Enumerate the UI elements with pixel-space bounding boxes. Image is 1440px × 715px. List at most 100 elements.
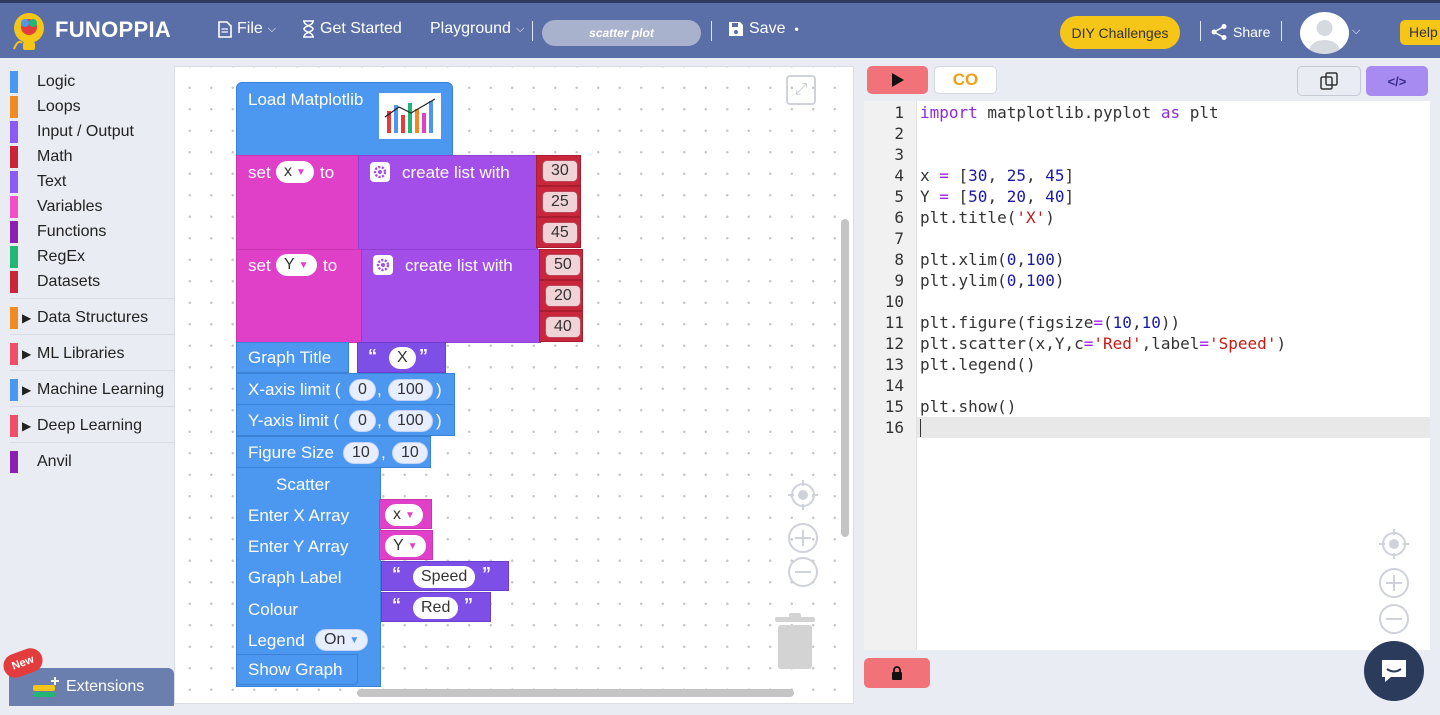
horizontal-scrollbar[interactable] xyxy=(357,689,794,697)
get-started-button[interactable]: Get Started xyxy=(302,20,402,38)
number-block[interactable]: 45 xyxy=(536,217,581,248)
colab-button[interactable]: CO xyxy=(934,66,997,94)
variable-dropdown-y[interactable]: Y ▼ xyxy=(276,254,317,276)
lock-button[interactable] xyxy=(864,658,930,688)
category-datasets[interactable]: Datasets xyxy=(10,271,100,293)
set-x-block[interactable]: set x ▼ to xyxy=(236,155,360,250)
chat-support-button[interactable] xyxy=(1364,641,1424,701)
number-value[interactable]: 20 xyxy=(545,285,581,307)
number-value[interactable]: 40 xyxy=(545,316,581,338)
divider xyxy=(532,21,533,41)
xlim-min-input[interactable]: 0 xyxy=(349,379,376,401)
category-logic[interactable]: Logic xyxy=(10,71,75,93)
gear-icon[interactable] xyxy=(373,255,393,275)
code-line[interactable]: plt.xlim(0,100) xyxy=(920,250,1065,269)
figure-size-block[interactable]: Figure Size 10 , 10 xyxy=(236,436,431,468)
number-value[interactable]: 45 xyxy=(542,222,578,244)
help-button[interactable]: Help xyxy=(1400,20,1440,45)
xaxis-limit-block[interactable]: X-axis limit ( 0 , 100 ) xyxy=(236,373,455,405)
code-line[interactable]: plt.ylim(0,100) xyxy=(920,271,1065,290)
graph-title-block[interactable]: Graph Title xyxy=(236,342,349,373)
code-line[interactable]: x = [30, 25, 45] xyxy=(920,166,1074,185)
variable-dropdown-x[interactable]: x ▼ xyxy=(276,161,314,183)
share-label: Share xyxy=(1233,24,1271,40)
zoom-out-icon[interactable] xyxy=(1378,603,1410,642)
variable-dropdown-y[interactable]: Y ▼ xyxy=(385,535,426,557)
share-button[interactable]: Share xyxy=(1210,23,1270,41)
yaxis-limit-block[interactable]: Y-axis limit ( 0 , 100 ) xyxy=(236,404,455,436)
ylim-max-input[interactable]: 100 xyxy=(388,410,433,432)
code-line[interactable]: import matplotlib.pyplot as plt xyxy=(920,103,1219,122)
code-view-button[interactable]: </> xyxy=(1366,66,1428,96)
category-machine-learning[interactable]: ▶ Machine Learning xyxy=(10,379,164,401)
number-block[interactable]: 25 xyxy=(536,186,581,217)
category-functions[interactable]: Functions xyxy=(10,221,106,243)
code-line[interactable]: plt.scatter(x,Y,c='Red',label='Speed') xyxy=(920,334,1286,353)
text-value[interactable]: Speed xyxy=(413,566,476,588)
category-input-output[interactable]: Input / Output xyxy=(10,121,134,143)
number-block[interactable]: 50 xyxy=(539,249,583,280)
code-line[interactable]: Y = [50, 20, 40] xyxy=(920,187,1074,206)
text-block-label[interactable]: “ Speed ” xyxy=(381,561,509,591)
copy-code-button[interactable] xyxy=(1297,66,1361,96)
category-regex[interactable]: RegEx xyxy=(10,246,85,268)
variable-block-y[interactable]: Y ▼ xyxy=(379,530,433,560)
category-math[interactable]: Math xyxy=(10,146,73,168)
category-anvil[interactable]: Anvil xyxy=(10,451,72,473)
text-value[interactable]: Red xyxy=(413,597,459,619)
project-name-input[interactable]: scatter plot xyxy=(542,20,701,46)
category-deep-learning[interactable]: ▶ Deep Learning xyxy=(10,415,142,437)
playground-menu[interactable]: Playground ⌵ xyxy=(430,20,524,38)
fullscreen-icon[interactable]: ⤢ xyxy=(786,75,816,105)
category-data-structures[interactable]: ▶ Data Structures xyxy=(10,307,148,329)
xlim-max-input[interactable]: 100 xyxy=(388,379,433,401)
category-variables[interactable]: Variables xyxy=(10,196,103,218)
gear-icon[interactable] xyxy=(370,162,390,182)
number-block[interactable]: 30 xyxy=(536,155,581,186)
text-value[interactable]: X xyxy=(389,347,416,369)
load-matplotlib-block[interactable]: Load Matplotlib xyxy=(236,82,453,156)
block-workspace[interactable]: Load Matplotlib set x ▼ to create list wi… xyxy=(174,66,854,704)
number-block[interactable]: 20 xyxy=(539,280,583,311)
file-menu[interactable]: File ⌵ xyxy=(218,20,276,38)
text-block-colour[interactable]: “ Red ” xyxy=(381,592,491,622)
funoppia-logo-icon[interactable] xyxy=(8,9,48,57)
zoom-in-icon[interactable] xyxy=(1378,567,1410,606)
zoom-out-icon[interactable] xyxy=(787,556,819,595)
code-line[interactable]: plt.title('X') xyxy=(920,208,1055,227)
code-line[interactable]: plt.show() xyxy=(920,397,1016,416)
save-button[interactable]: Save • xyxy=(728,20,799,38)
variable-block-x[interactable]: x ▼ xyxy=(379,499,432,529)
text-block-title[interactable]: “ X ” xyxy=(357,342,446,373)
number-value[interactable]: 25 xyxy=(542,191,578,213)
trash-icon[interactable] xyxy=(773,613,817,678)
code-line[interactable]: plt.legend() xyxy=(920,355,1036,374)
account-chevron-down-icon[interactable]: ⌵ xyxy=(1352,25,1360,38)
category-loops[interactable]: Loops xyxy=(10,96,81,118)
create-list-block-x[interactable]: create list with xyxy=(358,155,538,250)
figure-height-input[interactable]: 10 xyxy=(392,442,428,464)
run-button[interactable] xyxy=(867,66,928,94)
category-color-swatch xyxy=(10,196,18,218)
code-line[interactable]: plt.figure(figsize=(10,10)) xyxy=(920,313,1180,332)
category-ml-libraries[interactable]: ▶ ML Libraries xyxy=(10,343,124,365)
number-value[interactable]: 50 xyxy=(545,254,581,276)
category-text[interactable]: Text xyxy=(10,171,66,193)
category-label: Deep Learning xyxy=(37,417,142,434)
show-graph-block[interactable]: Show Graph xyxy=(236,654,358,685)
set-y-block[interactable]: set Y ▼ to xyxy=(236,249,363,343)
figure-width-input[interactable]: 10 xyxy=(343,442,379,464)
vertical-scrollbar[interactable] xyxy=(841,219,849,537)
extensions-button[interactable]: Extensions xyxy=(9,668,174,706)
number-block[interactable]: 40 xyxy=(539,311,583,342)
code-editor[interactable]: 1 2 3 4 5 6 7 8 9 10 11 12 13 14 15 16 i… xyxy=(864,101,1430,650)
number-value[interactable]: 30 xyxy=(542,160,578,182)
avatar[interactable] xyxy=(1300,12,1349,54)
legend-dropdown[interactable]: On ▼ xyxy=(315,629,369,651)
diy-challenges-button[interactable]: DIY Challenges xyxy=(1060,16,1180,49)
recenter-icon[interactable] xyxy=(787,479,819,518)
create-list-block-y[interactable]: create list with xyxy=(361,249,541,343)
variable-dropdown-x[interactable]: x ▼ xyxy=(385,504,423,526)
recenter-icon[interactable] xyxy=(1378,528,1410,567)
ylim-min-input[interactable]: 0 xyxy=(349,410,376,432)
